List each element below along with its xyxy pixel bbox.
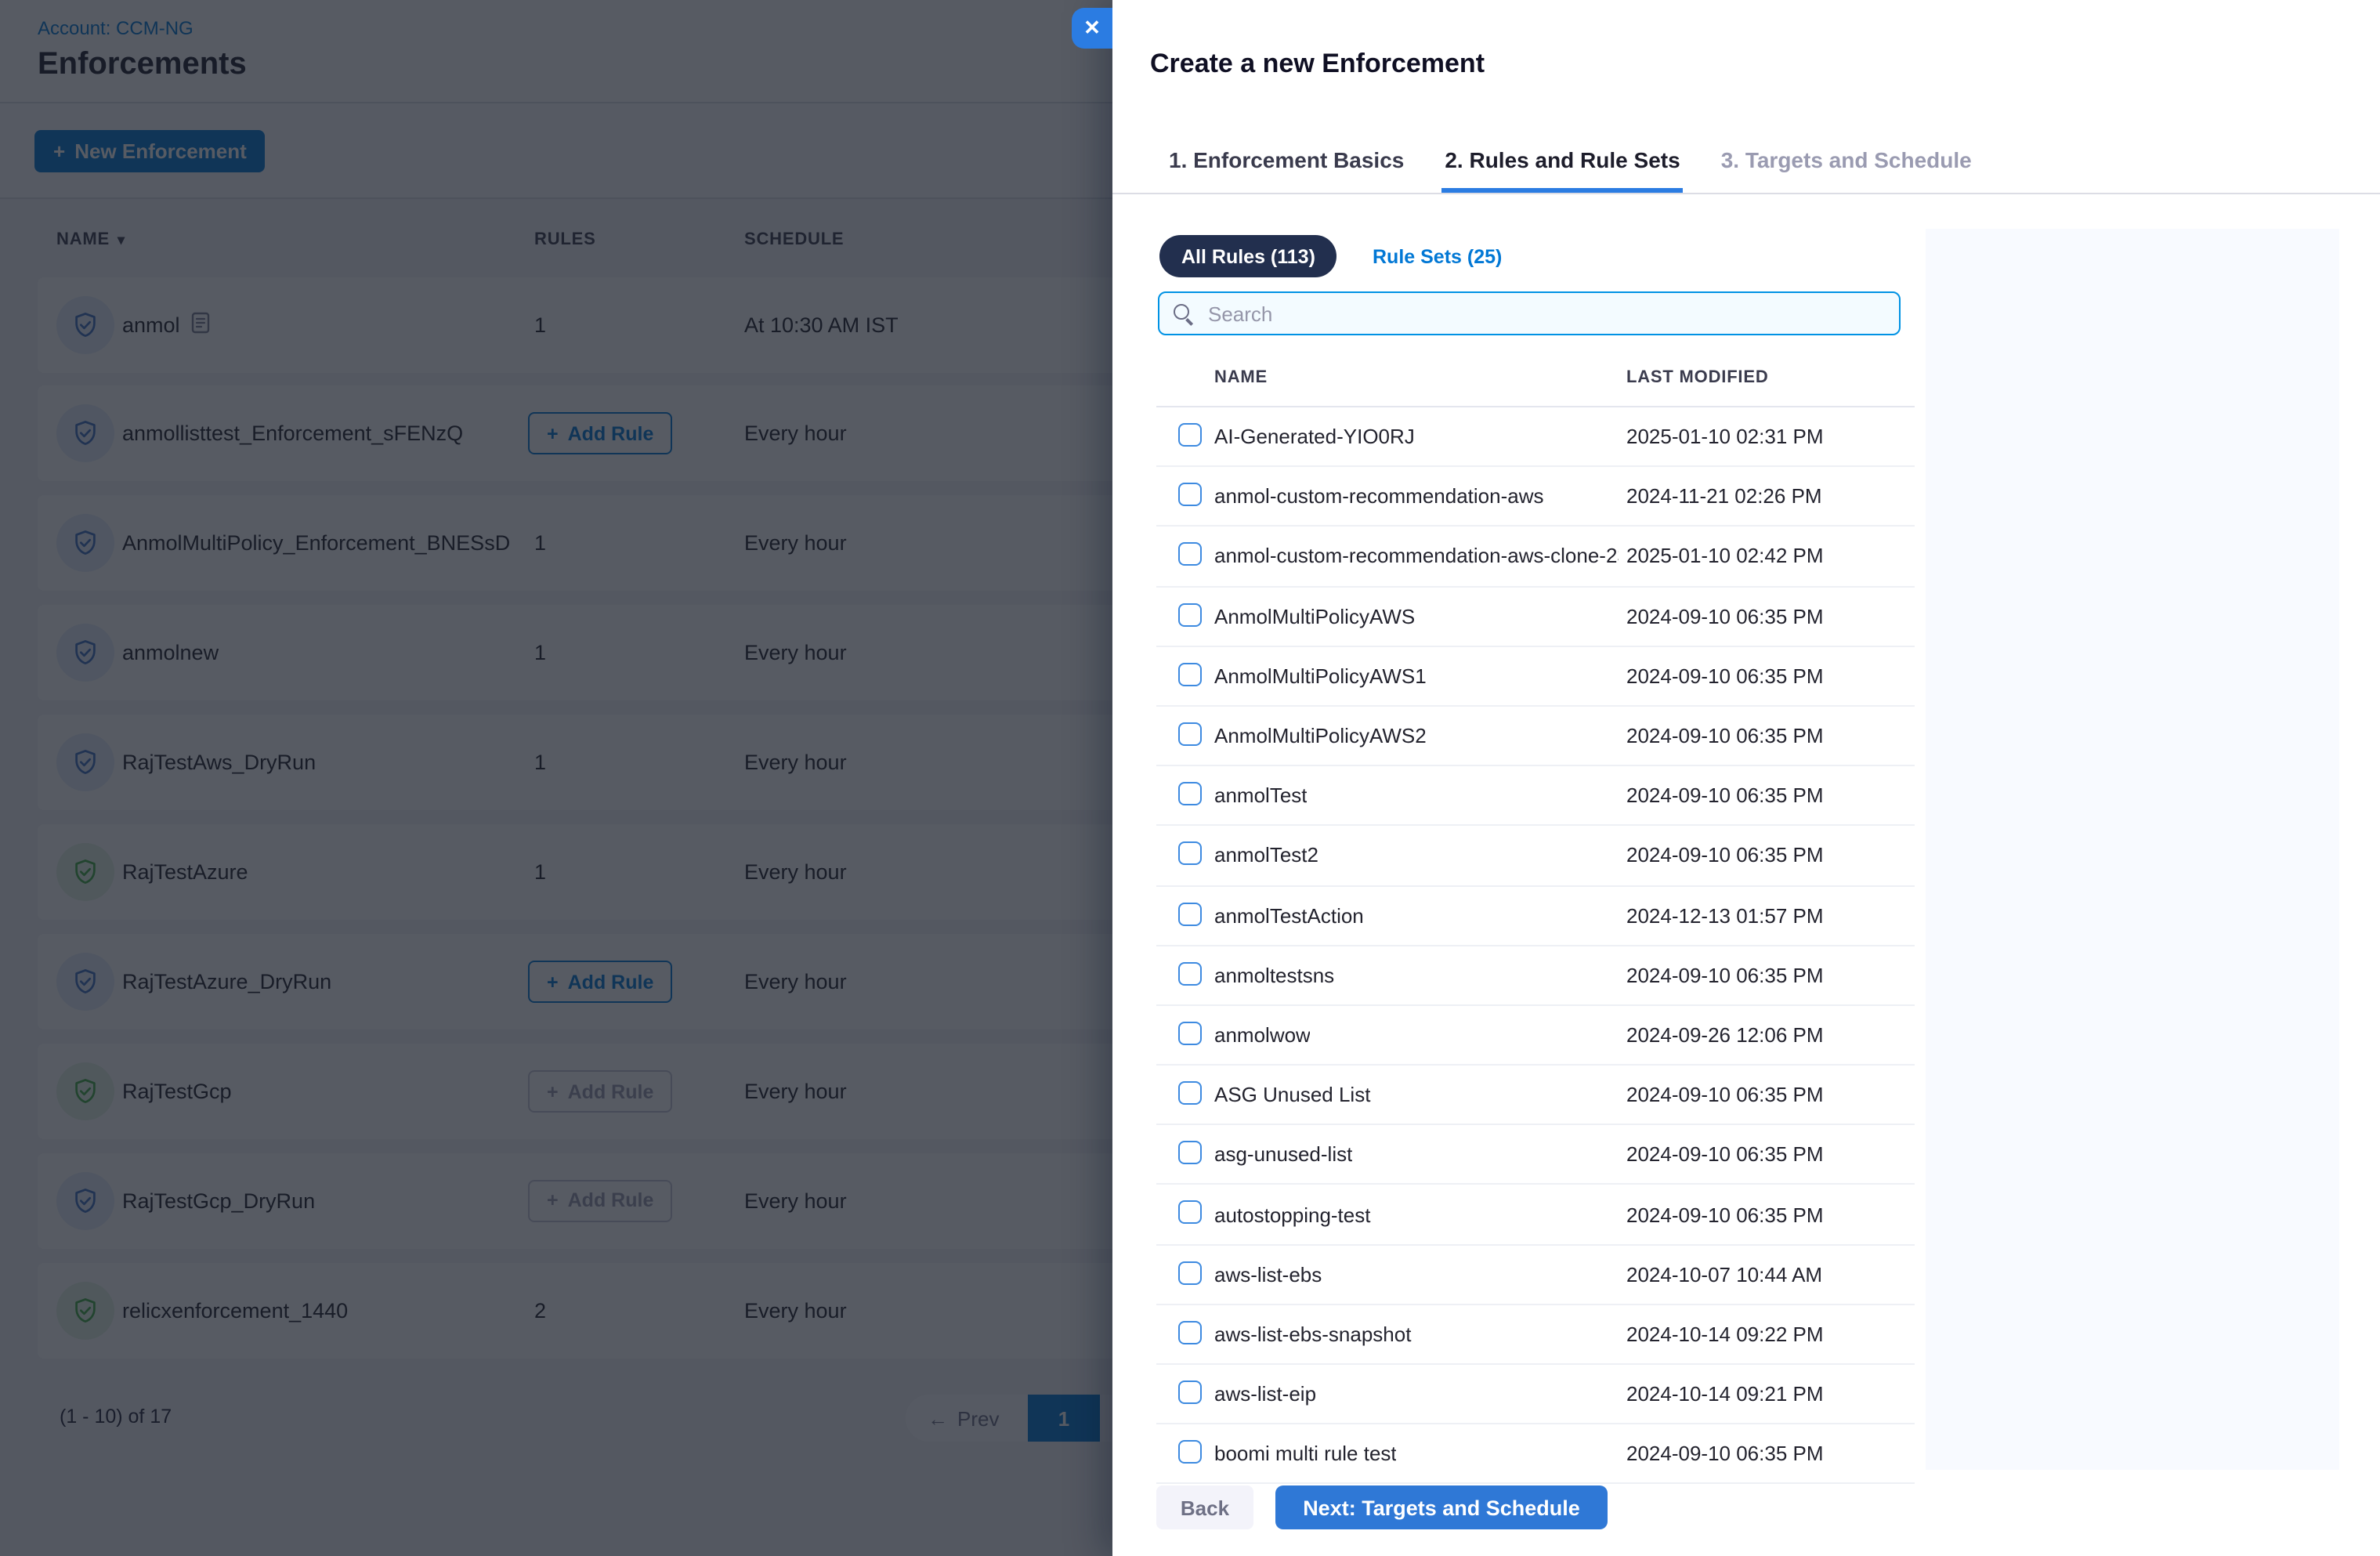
rule-last-modified: 2024-09-10 06:35 PM — [1626, 604, 1824, 628]
back-button[interactable]: Back — [1156, 1485, 1253, 1529]
rule-row[interactable]: boomi multi rule test 2024-09-10 06:35 PM — [1156, 1424, 1915, 1485]
rule-row[interactable]: anmolTest 2024-09-10 06:35 PM — [1156, 766, 1915, 827]
rule-last-modified: 2024-09-10 06:35 PM — [1626, 724, 1824, 748]
tab-enforcement-basics[interactable]: 1. Enforcement Basics — [1166, 132, 1407, 193]
search-icon — [1174, 303, 1194, 325]
rule-checkbox[interactable] — [1178, 1200, 1202, 1225]
close-icon: ✕ — [1083, 16, 1101, 39]
rule-name: anmol-custom-recommendation-aws — [1214, 484, 1544, 508]
viewport: Account: CCM-NG Enforcements + New Enfor… — [0, 0, 2380, 1556]
rule-row[interactable]: AnmolMultiPolicyAWS2 2024-09-10 06:35 PM — [1156, 707, 1915, 767]
rules-column-header-name: NAME — [1214, 368, 1268, 387]
rule-name: ASG Unused List — [1214, 1083, 1371, 1107]
search-box — [1158, 291, 1901, 335]
rule-row[interactable]: ASG Unused List 2024-09-10 06:35 PM — [1156, 1066, 1915, 1126]
rule-name: aws-list-ebs-snapshot — [1214, 1322, 1412, 1346]
rule-row[interactable]: aws-list-ebs 2024-10-07 10:44 AM — [1156, 1245, 1915, 1305]
rule-name: anmoltestsns — [1214, 963, 1335, 987]
rule-row[interactable]: aws-list-ebs-snapshot 2024-10-14 09:22 PM — [1156, 1305, 1915, 1365]
rule-row[interactable]: anmolTest2 2024-09-10 06:35 PM — [1156, 827, 1915, 886]
rule-last-modified: 2024-09-26 12:06 PM — [1626, 1022, 1824, 1047]
rule-last-modified: 2024-10-14 09:21 PM — [1626, 1382, 1824, 1406]
rule-checkbox[interactable] — [1178, 961, 1202, 986]
rules-list: AI-Generated-YIO0RJ 2025-01-10 02:31 PM an… — [1156, 406, 1915, 1485]
filter-all-rules[interactable]: All Rules (113) — [1159, 235, 1337, 277]
wizard-tabs: 1. Enforcement Basics 2. Rules and Rule … — [1112, 132, 2380, 194]
rule-checkbox[interactable] — [1178, 1081, 1202, 1105]
rule-last-modified: 2024-09-10 06:35 PM — [1626, 1442, 1824, 1466]
rule-row[interactable]: autostopping-test 2024-09-10 06:35 PM — [1156, 1185, 1915, 1246]
rule-row[interactable]: AnmolMultiPolicyAWS 2024-09-10 06:35 PM — [1156, 587, 1915, 647]
rule-last-modified: 2024-09-10 06:35 PM — [1626, 963, 1824, 987]
rule-last-modified: 2024-09-10 06:35 PM — [1626, 783, 1824, 808]
rule-checkbox[interactable] — [1178, 1440, 1202, 1464]
rule-last-modified: 2025-01-10 02:42 PM — [1626, 544, 1824, 568]
rule-name: anmolTest2 — [1214, 843, 1318, 867]
rule-last-modified: 2024-09-10 06:35 PM — [1626, 1142, 1824, 1167]
create-enforcement-drawer: Create a new Enforcement 1. Enforcement … — [1112, 0, 2380, 1556]
rule-name: AI-Generated-YIO0RJ — [1214, 425, 1415, 449]
rule-name: anmolTestAction — [1214, 903, 1364, 928]
rule-last-modified: 2024-10-07 10:44 AM — [1626, 1262, 1823, 1286]
app-root: Account: CCM-NG Enforcements + New Enfor… — [0, 0, 2380, 1556]
rule-last-modified: 2025-01-10 02:31 PM — [1626, 425, 1824, 449]
rule-name: aws-list-eip — [1214, 1382, 1317, 1406]
rule-row[interactable]: anmoltestsns 2024-09-10 06:35 PM — [1156, 946, 1915, 1006]
filter-rule-sets[interactable]: Rule Sets (25) — [1363, 235, 1511, 277]
tab-rules-and-rule-sets[interactable]: 2. Rules and Rule Sets — [1441, 132, 1684, 193]
rule-last-modified: 2024-11-21 02:26 PM — [1626, 484, 1822, 508]
rule-row[interactable]: AI-Generated-YIO0RJ 2025-01-10 02:31 PM — [1156, 407, 1915, 468]
rule-checkbox[interactable] — [1178, 902, 1202, 925]
rule-last-modified: 2024-09-10 06:35 PM — [1626, 1083, 1824, 1107]
rule-name: anmolwow — [1214, 1022, 1311, 1047]
rule-checkbox[interactable] — [1178, 782, 1202, 806]
rule-row[interactable]: aws-list-eip 2024-10-14 09:21 PM — [1156, 1365, 1915, 1425]
rule-last-modified: 2024-09-10 06:35 PM — [1626, 664, 1824, 688]
close-drawer-button[interactable]: ✕ — [1072, 8, 1112, 49]
rule-row[interactable]: anmol-custom-recommendation-aws-clone-23… — [1156, 527, 1915, 588]
rule-checkbox[interactable] — [1178, 423, 1202, 447]
rule-name: AnmolMultiPolicyAWS — [1214, 604, 1416, 628]
rule-checkbox[interactable] — [1178, 602, 1202, 627]
rule-checkbox[interactable] — [1178, 1021, 1202, 1045]
rule-row[interactable]: asg-unused-list 2024-09-10 06:35 PM — [1156, 1126, 1915, 1185]
rule-checkbox[interactable] — [1178, 1141, 1202, 1165]
rule-name: autostopping-test — [1214, 1203, 1371, 1227]
rule-checkbox[interactable] — [1178, 1380, 1202, 1404]
rule-row[interactable]: AnmolMultiPolicyAWS1 2024-09-10 06:35 PM — [1156, 647, 1915, 707]
next-button[interactable]: Next: Targets and Schedule — [1275, 1485, 1608, 1529]
drawer-title: Create a new Enforcement — [1150, 49, 1485, 78]
rule-checkbox[interactable] — [1178, 722, 1202, 746]
rule-last-modified: 2024-12-13 01:57 PM — [1626, 903, 1824, 928]
rule-row[interactable]: anmolTestAction 2024-12-13 01:57 PM — [1156, 886, 1915, 946]
rule-checkbox[interactable] — [1178, 483, 1202, 507]
rule-last-modified: 2024-09-10 06:35 PM — [1626, 843, 1824, 867]
rules-column-header-last-modified: LAST MODIFIED — [1626, 368, 1769, 387]
rule-name: AnmolMultiPolicyAWS1 — [1214, 664, 1427, 688]
rule-checkbox[interactable] — [1178, 542, 1202, 566]
rule-name: boomi multi rule test — [1214, 1442, 1397, 1466]
selected-rules-panel — [1926, 229, 2339, 1470]
rule-row[interactable]: anmol-custom-recommendation-aws 2024-11-2… — [1156, 467, 1915, 527]
rule-name: anmol-custom-recommendation-aws-clone-23… — [1214, 544, 1619, 568]
rule-checkbox[interactable] — [1178, 662, 1202, 686]
rule-checkbox[interactable] — [1178, 1320, 1202, 1344]
rule-last-modified: 2024-10-14 09:22 PM — [1626, 1322, 1824, 1346]
rule-name: anmolTest — [1214, 783, 1308, 808]
rule-row[interactable]: anmolwow 2024-09-26 12:06 PM — [1156, 1006, 1915, 1066]
rule-checkbox[interactable] — [1178, 841, 1202, 866]
rule-name: AnmolMultiPolicyAWS2 — [1214, 724, 1427, 748]
search-input[interactable] — [1205, 300, 1899, 327]
tab-targets-and-schedule[interactable]: 3. Targets and Schedule — [1718, 132, 1975, 193]
rule-checkbox[interactable] — [1178, 1261, 1202, 1285]
rule-name: aws-list-ebs — [1214, 1262, 1322, 1286]
rule-name: asg-unused-list — [1214, 1142, 1353, 1167]
rule-last-modified: 2024-09-10 06:35 PM — [1626, 1203, 1824, 1227]
